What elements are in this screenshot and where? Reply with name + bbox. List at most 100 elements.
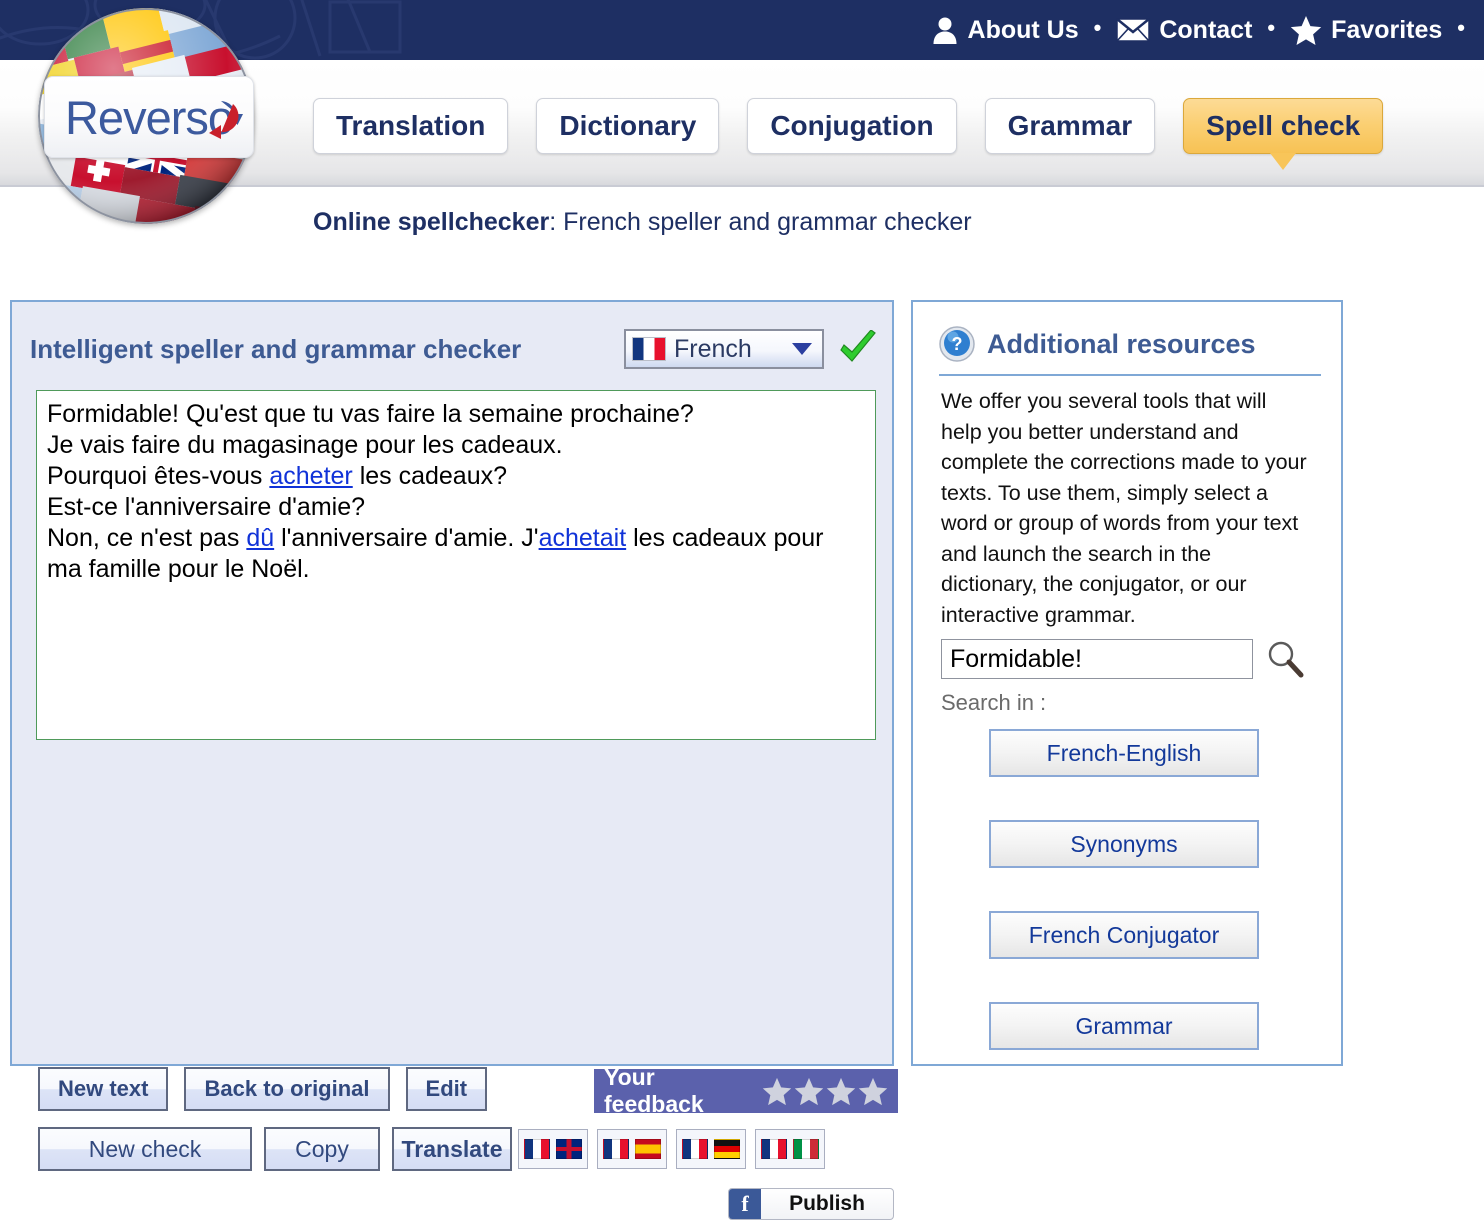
button-label: Copy: [295, 1136, 349, 1163]
reverso-refresh-icon: [199, 95, 243, 139]
facebook-icon: f: [729, 1189, 761, 1219]
top-link-separator: •: [1083, 17, 1113, 43]
text-line: Je vais faire du magasinage pour les cad…: [47, 430, 863, 461]
envelope-icon: [1116, 18, 1150, 42]
text-segment: Est-ce l'anniversaire d'amie?: [47, 493, 365, 521]
text-line: Formidable! Qu'est que tu vas faire la s…: [47, 399, 863, 430]
rating-stars[interactable]: [762, 1077, 888, 1106]
publish-label: Publish: [761, 1192, 893, 1216]
language-select-value: French: [674, 335, 784, 364]
tab-grammar[interactable]: Grammar: [985, 98, 1156, 154]
resource-button-french-english[interactable]: French-English: [989, 729, 1259, 777]
text-segment: Je vais faire du magasinage pour les cad…: [47, 431, 563, 459]
resource-buttons: French-English Synonyms French Conjugato…: [989, 729, 1259, 1050]
star-icon[interactable]: [762, 1077, 792, 1106]
button-label: French Conjugator: [1029, 922, 1220, 949]
resources-header: ? Additional resources: [939, 326, 1256, 362]
flag-germany-icon: [714, 1139, 740, 1159]
flag-france-icon: [682, 1139, 708, 1159]
star-icon: [1290, 15, 1322, 46]
page-subtitle-bold: Online spellchecker: [313, 208, 549, 236]
top-link-label: Contact: [1159, 16, 1252, 45]
top-link-label: Favorites: [1331, 16, 1442, 45]
lang-pair-french-italian[interactable]: [755, 1129, 825, 1169]
feedback-label: Your feedback: [604, 1064, 750, 1118]
flagged-word[interactable]: achetait: [539, 524, 627, 552]
editor-actions-secondary: New check Copy Translate: [38, 1127, 512, 1171]
search-input[interactable]: [941, 639, 1253, 679]
green-check-icon: [838, 330, 878, 368]
edit-button[interactable]: Edit: [406, 1067, 488, 1111]
button-label: Edit: [426, 1076, 468, 1102]
tab-conjugation[interactable]: Conjugation: [747, 98, 956, 154]
facebook-publish-button[interactable]: f Publish: [728, 1188, 894, 1220]
text-editor-area[interactable]: Formidable! Qu'est que tu vas faire la s…: [36, 390, 876, 740]
top-link-about-us[interactable]: About Us: [927, 15, 1083, 45]
top-link-favorites[interactable]: Favorites: [1286, 15, 1446, 46]
page-subtitle: Online spellchecker: French speller and …: [313, 208, 972, 237]
reverso-wordmark-plaque: Reverso: [44, 76, 254, 158]
button-label: Translate: [402, 1136, 503, 1163]
resources-title: Additional resources: [987, 329, 1256, 360]
text-segment: l'anniversaire d'amie. J': [274, 524, 538, 552]
tab-label: Spell check: [1206, 110, 1360, 142]
tab-label: Conjugation: [770, 110, 933, 142]
translate-button[interactable]: Translate: [392, 1127, 512, 1171]
text-segment: Non, ce n'est pas: [47, 524, 246, 552]
spellchecker-header: Intelligent speller and grammar checker …: [30, 325, 878, 373]
flag-france-icon: [761, 1139, 787, 1159]
text-segment: Formidable! Qu'est que tu vas faire la s…: [47, 400, 694, 428]
resource-button-french-conjugator[interactable]: French Conjugator: [989, 911, 1259, 959]
language-area: French: [624, 329, 878, 369]
text-line: Pourquoi êtes-vous acheter les cadeaux?: [47, 461, 863, 492]
flag-france-icon: [524, 1139, 550, 1159]
page-subtitle-rest: : French speller and grammar checker: [549, 208, 971, 236]
chevron-down-icon: [792, 343, 812, 355]
resources-description: We offer you several tools that will hel…: [941, 386, 1313, 630]
translate-language-pairs: [518, 1129, 825, 1169]
text-line: Est-ce l'anniversaire d'amie?: [47, 492, 863, 523]
button-label: Grammar: [1075, 1013, 1172, 1040]
lang-pair-french-english[interactable]: [518, 1129, 588, 1169]
spellchecker-panel: Intelligent speller and grammar checker …: [10, 300, 894, 1066]
question-mark-icon: ?: [939, 326, 975, 362]
tab-translation[interactable]: Translation: [313, 98, 508, 154]
flag-spain-icon: [635, 1139, 661, 1159]
top-link-contact[interactable]: Contact: [1112, 16, 1256, 45]
button-label: New check: [89, 1136, 201, 1163]
star-icon[interactable]: [826, 1077, 856, 1106]
flagged-word[interactable]: dû: [246, 524, 274, 552]
resource-button-grammar[interactable]: Grammar: [989, 1002, 1259, 1050]
tab-label: Dictionary: [559, 110, 696, 142]
flag-italy-icon: [793, 1139, 819, 1159]
reverso-logo[interactable]: Reverso: [38, 8, 258, 224]
new-text-button[interactable]: New text: [38, 1067, 168, 1111]
language-select[interactable]: French: [624, 329, 824, 369]
lang-pair-french-german[interactable]: [676, 1129, 746, 1169]
text-segment: les cadeaux?: [353, 462, 507, 490]
resource-search-row: [941, 639, 1307, 679]
copy-button[interactable]: Copy: [264, 1127, 380, 1171]
button-label: French-English: [1047, 740, 1202, 767]
top-link-separator-trailing: •: [1446, 17, 1476, 43]
back-to-original-button[interactable]: Back to original: [184, 1067, 389, 1111]
panel-title: Intelligent speller and grammar checker: [30, 334, 521, 365]
flagged-word[interactable]: acheter: [269, 462, 352, 490]
magnifier-icon[interactable]: [1263, 639, 1307, 679]
main-tabs: Translation Dictionary Conjugation Gramm…: [313, 98, 1383, 154]
star-icon[interactable]: [858, 1077, 888, 1106]
star-icon[interactable]: [794, 1077, 824, 1106]
resource-button-synonyms[interactable]: Synonyms: [989, 820, 1259, 868]
lang-pair-french-spanish[interactable]: [597, 1129, 667, 1169]
search-in-label: Search in :: [941, 690, 1046, 716]
person-icon: [931, 15, 959, 45]
top-link-separator: •: [1256, 17, 1286, 43]
button-label: Synonyms: [1070, 831, 1177, 858]
tab-spell-check[interactable]: Spell check: [1183, 98, 1383, 154]
resources-divider: [939, 374, 1321, 376]
editor-actions-primary: New text Back to original Edit: [38, 1067, 487, 1111]
tab-label: Grammar: [1008, 110, 1133, 142]
tab-dictionary[interactable]: Dictionary: [536, 98, 719, 154]
text-line: Non, ce n'est pas dû l'anniversaire d'am…: [47, 523, 863, 585]
new-check-button[interactable]: New check: [38, 1127, 252, 1171]
